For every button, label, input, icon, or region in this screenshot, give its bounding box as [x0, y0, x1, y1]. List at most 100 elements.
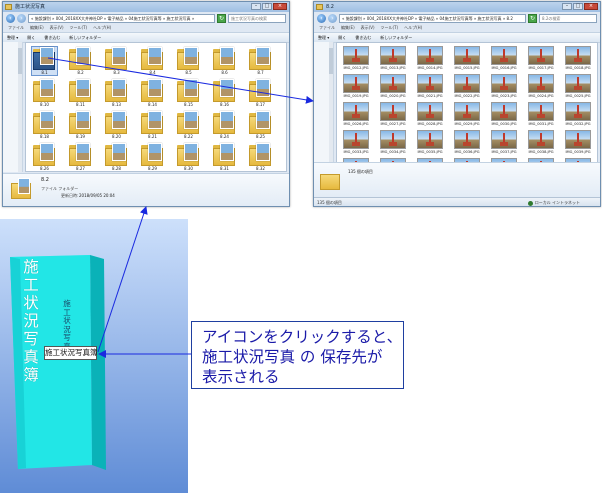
search-input[interactable]: 施工状況写真の検索 — [228, 13, 286, 23]
photo-thumbnail-item[interactable]: IMG_0038.JPG — [524, 130, 558, 158]
menu-file[interactable]: ファイル — [8, 24, 24, 32]
menu-help[interactable]: ヘルプ(H) — [404, 24, 422, 32]
photo-thumbnail-item[interactable]: IMG_0025.JPG — [561, 74, 595, 102]
photo-thumbnail-item[interactable]: IMG_0036.JPG — [450, 130, 484, 158]
folder-item[interactable]: 8.31 — [212, 143, 237, 171]
burn-button[interactable]: 書き込む — [44, 33, 60, 42]
refresh-button[interactable]: ↻ — [217, 13, 226, 23]
menu-help[interactable]: ヘルプ(H) — [93, 24, 111, 32]
photo-thumbnail-item[interactable]: IMG_0013.JPG — [376, 46, 410, 74]
menu-tools[interactable]: ツール(T) — [381, 24, 399, 32]
menu-view[interactable]: 表示(V) — [50, 24, 64, 32]
photo-thumbnail-item[interactable]: IMG_0020.JPG — [376, 74, 410, 102]
nav-scrollbar-thumb[interactable] — [18, 48, 22, 74]
photo-thumbnail-item[interactable]: IMG_0012.JPG — [339, 46, 373, 74]
nav-scrollbar[interactable] — [18, 42, 22, 172]
back-button[interactable]: ‹ — [317, 13, 326, 23]
folder-item[interactable]: 8.29 — [140, 143, 165, 171]
forward-button[interactable]: › — [17, 13, 26, 23]
photo-thumbnail-item[interactable]: IMG_0021.JPG — [413, 74, 447, 102]
photo-thumbnail-item[interactable]: IMG_0016.JPG — [487, 46, 521, 74]
folder-item[interactable]: 8.26 — [32, 143, 57, 171]
photo-thumbnail-item[interactable]: IMG_0015.JPG — [450, 46, 484, 74]
close-button[interactable]: × — [584, 3, 598, 10]
new-folder-button[interactable]: 新しいフォルダー — [380, 33, 412, 42]
photo-thumbnail-item[interactable]: IMG_0028.JPG — [413, 102, 447, 130]
photo-thumbnail-item[interactable]: IMG_0017.JPG — [524, 46, 558, 74]
photo-thumbnail-item[interactable]: IMG_0022.JPG — [450, 74, 484, 102]
maximize-button[interactable]: □ — [573, 3, 583, 10]
folder-item[interactable]: 8.7 — [248, 47, 273, 75]
folder-item[interactable]: 8.3 — [104, 47, 129, 75]
photo-thumbnail-item[interactable]: IMG_0035.JPG — [413, 130, 447, 158]
open-button[interactable]: 開く — [338, 33, 346, 42]
folder-item[interactable]: 8.2 — [68, 47, 93, 75]
folder-item[interactable]: 8.19 — [68, 111, 93, 139]
right-window-titlebar[interactable]: 8.2 – □ × — [314, 2, 600, 12]
photo-thumbnail-item[interactable]: IMG_0024.JPG — [524, 74, 558, 102]
folder-item[interactable]: 8.22 — [176, 111, 201, 139]
nav-scrollbar[interactable] — [329, 42, 333, 172]
folder-item[interactable]: 8.4 — [140, 47, 165, 75]
minimize-button[interactable]: – — [251, 3, 261, 10]
menu-edit[interactable]: 編集(E) — [341, 24, 355, 32]
minimize-button[interactable]: – — [562, 3, 572, 10]
folder-item[interactable]: 8.30 — [176, 143, 201, 171]
photo-thumbnail-item[interactable]: IMG_0026.JPG — [339, 102, 373, 130]
nav-scrollbar-thumb[interactable] — [329, 48, 333, 74]
folder-item[interactable]: 8.6 — [212, 47, 237, 75]
photo-thumbnail-item[interactable]: IMG_0018.JPG — [561, 46, 595, 74]
search-input[interactable]: 8.2の検索 — [539, 13, 597, 23]
folder-item[interactable]: 8.27 — [68, 143, 93, 171]
photo-thumbnail-item[interactable]: IMG_0034.JPG — [376, 130, 410, 158]
book-label-icon[interactable]: 施工状況写真簿 — [44, 346, 98, 360]
folder-item[interactable]: 8.17 — [248, 79, 273, 107]
organize-button[interactable]: 整理 ▾ — [7, 33, 18, 42]
folder-item[interactable]: 8.10 — [32, 79, 57, 107]
menu-tools[interactable]: ツール(T) — [70, 24, 88, 32]
open-button[interactable]: 開く — [27, 33, 35, 42]
refresh-button[interactable]: ↻ — [528, 13, 537, 23]
folder-item[interactable]: 8.25 — [248, 111, 273, 139]
organize-button[interactable]: 整理 ▾ — [318, 33, 329, 42]
photo-thumbnail-item[interactable]: IMG_0037.JPG — [487, 130, 521, 158]
folder-item[interactable]: 8.28 — [104, 143, 129, 171]
burn-button[interactable]: 書き込む — [355, 33, 371, 42]
address-bar[interactable]: « 施設課別 » 004_2018XX大井神社DP » 電子納品 » 04施工状… — [28, 13, 215, 23]
photo-thumbnail-item[interactable]: IMG_0027.JPG — [376, 102, 410, 130]
folder-item[interactable]: 8.14 — [140, 79, 165, 107]
folder-item[interactable]: 8.1 — [31, 46, 58, 76]
folder-item[interactable]: 8.21 — [140, 111, 165, 139]
folder-item[interactable]: 8.5 — [176, 47, 201, 75]
photo-thumbnail-item[interactable]: IMG_0039.JPG — [561, 130, 595, 158]
left-navigation-pane[interactable] — [3, 42, 23, 172]
left-window-titlebar[interactable]: 施工状況写真 – □ × — [3, 2, 289, 12]
photo-thumbnail-item[interactable]: IMG_0031.JPG — [524, 102, 558, 130]
photo-thumbnail-item[interactable]: IMG_0032.JPG — [561, 102, 595, 130]
folder-item[interactable]: 8.11 — [68, 79, 93, 107]
photo-thumbnail-item[interactable]: IMG_0023.JPG — [487, 74, 521, 102]
close-button[interactable]: × — [273, 3, 287, 10]
menu-view[interactable]: 表示(V) — [361, 24, 375, 32]
right-navigation-pane[interactable] — [314, 42, 334, 172]
new-folder-button[interactable]: 新しいフォルダー — [69, 33, 101, 42]
forward-button[interactable]: › — [328, 13, 337, 23]
folder-item[interactable]: 8.15 — [176, 79, 201, 107]
left-folder-grid[interactable]: 8.1 8.2 8.3 8.4 8.5 8.6 8.7 8.10 8.11 8.13 8.14 8.1… — [25, 42, 287, 172]
folder-item[interactable]: 8.13 — [104, 79, 129, 107]
photo-thumbnail-item[interactable]: IMG_0029.JPG — [450, 102, 484, 130]
folder-item[interactable]: 8.24 — [212, 111, 237, 139]
folder-item[interactable]: 8.20 — [104, 111, 129, 139]
menu-file[interactable]: ファイル — [319, 24, 335, 32]
address-bar[interactable]: « 施設課別 » 004_2018XX大井神社DP » 電子納品 » 04施工状… — [339, 13, 526, 23]
right-thumbnail-grid[interactable]: IMG_0012.JPG IMG_0013.JPG IMG_0014.JPG IMG_… — [336, 42, 598, 170]
maximize-button[interactable]: □ — [262, 3, 272, 10]
menu-edit[interactable]: 編集(E) — [30, 24, 44, 32]
folder-item[interactable]: 8.16 — [212, 79, 237, 107]
photo-thumbnail-item[interactable]: IMG_0014.JPG — [413, 46, 447, 74]
back-button[interactable]: ‹ — [6, 13, 15, 23]
photo-thumbnail-item[interactable]: IMG_0019.JPG — [339, 74, 373, 102]
folder-item[interactable]: 8.18 — [32, 111, 57, 139]
photo-thumbnail-item[interactable]: IMG_0033.JPG — [339, 130, 373, 158]
photo-thumbnail-item[interactable]: IMG_0030.JPG — [487, 102, 521, 130]
